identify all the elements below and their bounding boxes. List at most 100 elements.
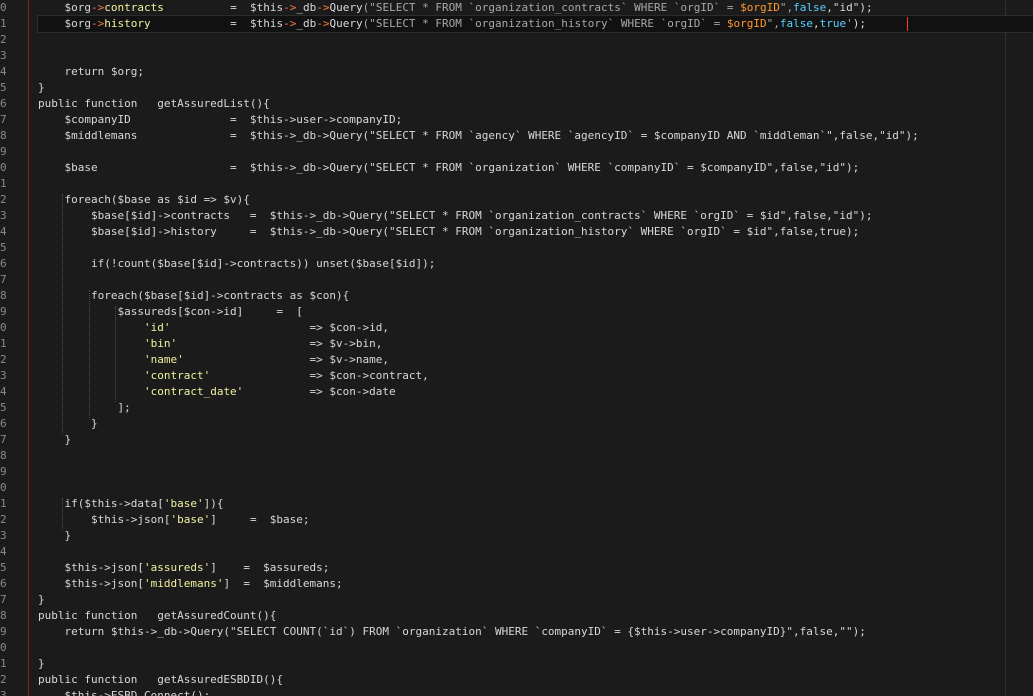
code-line[interactable]: $base[$id]->contracts = $this->_db->Quer… bbox=[38, 208, 1033, 224]
line-number: 5 bbox=[0, 401, 6, 414]
code-line[interactable]: } bbox=[38, 592, 1033, 608]
code-token: => $v->bin, bbox=[177, 337, 383, 350]
code-token: 'contract' bbox=[143, 369, 211, 382]
indent-guide bbox=[62, 498, 64, 530]
code-line[interactable]: $this->ESBD_Connect(); bbox=[38, 688, 1033, 696]
code-token: ); bbox=[852, 17, 866, 30]
code-token: -> bbox=[316, 17, 330, 30]
line-number: 6 bbox=[0, 97, 6, 110]
code-line[interactable]: 'name' => $v->name, bbox=[38, 352, 1033, 368]
code-line[interactable] bbox=[38, 480, 1033, 496]
line-number: 6 bbox=[0, 577, 6, 590]
line-number: 8 bbox=[0, 449, 6, 462]
code-token: $this->json[ bbox=[38, 577, 144, 590]
code-line[interactable]: 'contract_date' => $con->date bbox=[38, 384, 1033, 400]
code-line[interactable]: public function getAssuredCount(){ bbox=[38, 608, 1033, 624]
code-line[interactable] bbox=[38, 640, 1033, 656]
line-number: 0 bbox=[0, 641, 6, 654]
code-line[interactable]: $this->json['middlemans'] = $middlemans; bbox=[38, 576, 1033, 592]
code-token: 'assureds' bbox=[143, 561, 211, 574]
code-line[interactable]: return $this->_db->Query("SELECT COUNT(`… bbox=[38, 624, 1033, 640]
code-line[interactable]: public function getAssuredList(){ bbox=[38, 96, 1033, 112]
code-token: return $this->_db->Query("SELECT COUNT(`… bbox=[38, 625, 866, 638]
line-number: 7 bbox=[0, 113, 6, 126]
code-line[interactable]: 'bin' => $v->bin, bbox=[38, 336, 1033, 352]
line-number: 7 bbox=[0, 593, 6, 606]
fold-rail bbox=[28, 0, 29, 696]
code-token: => $v->name, bbox=[183, 353, 390, 366]
code-editor[interactable]: 0 1 2 3 4 5 6 7 8 9 0 1 2 3 4 5 6 7 8 9 0 1 2 3 4 5 6 7 8 9 0 1 2 3 4 5 6 7 8 9… bbox=[0, 0, 1033, 696]
code-line[interactable]: if($this->data['base']){ bbox=[38, 496, 1033, 512]
code-token: ]){ bbox=[203, 497, 224, 510]
line-number-gutter: 0 1 2 3 4 5 6 7 8 9 0 1 2 3 4 5 6 7 8 9 0 1 2 3 4 5 6 7 8 9 0 1 2 3 4 5 6 7 8 9… bbox=[0, 0, 30, 696]
line-number: 1 bbox=[0, 657, 6, 670]
code-token: ", bbox=[779, 1, 794, 14]
code-line[interactable] bbox=[38, 32, 1033, 48]
line-number: 0 bbox=[0, 321, 6, 334]
code-line[interactable]: foreach($base as $id => $v){ bbox=[38, 192, 1033, 208]
code-token: ", bbox=[766, 17, 780, 30]
line-number: 2 bbox=[0, 193, 6, 206]
code-line[interactable]: $this->json['base'] = $base; bbox=[38, 512, 1033, 528]
code-token: foreach($base[$id]->contracts as $con){ bbox=[38, 289, 350, 302]
code-line[interactable] bbox=[38, 176, 1033, 192]
code-token: => $con->contract, bbox=[210, 369, 429, 382]
line-number: 3 bbox=[0, 689, 6, 696]
code-token: $this->ESBD_Connect(); bbox=[38, 689, 211, 696]
code-token: $base = $this->_db->Query("SELECT * FROM… bbox=[38, 161, 860, 174]
code-token: public function getAssuredCount(){ bbox=[38, 609, 277, 622]
code-line[interactable]: $base = $this->_db->Query("SELECT * FROM… bbox=[38, 160, 1033, 176]
line-number: 1 bbox=[0, 177, 6, 190]
code-token: ("SELECT * FROM `organization_history` W… bbox=[362, 17, 727, 30]
line-number: 0 bbox=[0, 1, 6, 14]
code-token: 'base' bbox=[170, 513, 211, 526]
code-line[interactable]: $this->json['assureds'] = $assureds; bbox=[38, 560, 1033, 576]
code-line[interactable]: public function getAssuredESBDID(){ bbox=[38, 672, 1033, 688]
code-token: 'id' bbox=[143, 321, 171, 334]
code-line[interactable]: foreach($base[$id]->contracts as $con){ bbox=[38, 288, 1033, 304]
code-token: if($this->data[ bbox=[38, 497, 164, 510]
code-token: -> bbox=[283, 17, 297, 30]
line-number: 3 bbox=[0, 369, 6, 382]
code-token: ("SELECT * FROM `organization_contracts`… bbox=[362, 1, 741, 14]
code-token: ] = $assureds; bbox=[210, 561, 330, 574]
code-line[interactable] bbox=[38, 144, 1033, 160]
line-number: 7 bbox=[0, 273, 6, 286]
code-line[interactable]: 'contract' => $con->contract, bbox=[38, 368, 1033, 384]
code-line[interactable]: $companyID = $this->user->companyID; bbox=[38, 112, 1033, 128]
indent-guide bbox=[115, 306, 117, 402]
code-line[interactable]: } bbox=[38, 528, 1033, 544]
current-code-line[interactable]: $org->history = $this->_db->Query("SELEC… bbox=[37, 15, 1033, 33]
code-line[interactable]: } bbox=[38, 80, 1033, 96]
code-token: 'contract_date' bbox=[143, 385, 244, 398]
code-token: } bbox=[38, 433, 72, 446]
code-line[interactable] bbox=[38, 240, 1033, 256]
line-number: 4 bbox=[0, 545, 6, 558]
code-line[interactable]: if(!count($base[$id]->contracts)) unset(… bbox=[38, 256, 1033, 272]
code-line[interactable]: } bbox=[38, 656, 1033, 672]
code-line[interactable]: $middlemans = $this->_db->Query("SELECT … bbox=[38, 128, 1033, 144]
code-line[interactable]: return $org; bbox=[38, 64, 1033, 80]
code-line[interactable]: $assureds[$con->id] = [ bbox=[38, 304, 1033, 320]
code-line[interactable] bbox=[38, 272, 1033, 288]
code-line[interactable]: } bbox=[38, 416, 1033, 432]
code-line[interactable]: } bbox=[38, 432, 1033, 448]
code-token: -> bbox=[283, 1, 297, 14]
code-line[interactable] bbox=[38, 448, 1033, 464]
code-line[interactable] bbox=[38, 48, 1033, 64]
code-line[interactable]: 'id' => $con->id, bbox=[38, 320, 1033, 336]
code-token: -> bbox=[91, 1, 105, 14]
code-line[interactable]: $org->contracts = $this->_db->Query("SEL… bbox=[38, 0, 1033, 16]
code-line[interactable] bbox=[38, 544, 1033, 560]
code-line[interactable]: $base[$id]->history = $this->_db->Query(… bbox=[38, 224, 1033, 240]
code-area[interactable]: $org->contracts = $this->_db->Query("SEL… bbox=[37, 0, 1033, 696]
code-token: true bbox=[819, 17, 847, 30]
code-line[interactable] bbox=[38, 464, 1033, 480]
code-token: $this bbox=[249, 17, 284, 30]
line-number: 2 bbox=[0, 513, 6, 526]
code-token: } bbox=[38, 529, 72, 542]
code-token: ,"id"); bbox=[826, 1, 873, 14]
code-token: $this bbox=[249, 1, 284, 14]
code-line[interactable]: ]; bbox=[38, 400, 1033, 416]
